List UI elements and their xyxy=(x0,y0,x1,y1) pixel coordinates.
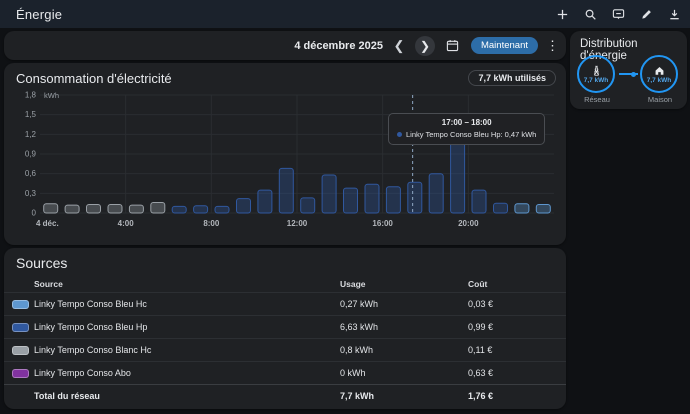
total-label: Total du réseau xyxy=(34,391,340,401)
sources-card: Sources Source Usage Coût Linky Tempo Co… xyxy=(4,248,566,409)
svg-text:12:00: 12:00 xyxy=(287,219,308,228)
menu-dots-icon[interactable]: ⋮ xyxy=(546,38,558,54)
svg-text:8:00: 8:00 xyxy=(203,219,220,228)
home-label: Maison xyxy=(640,95,680,104)
col-source: Source xyxy=(34,279,340,289)
svg-text:kWh: kWh xyxy=(44,91,59,100)
chevron-left-icon[interactable]: ❮ xyxy=(391,39,407,52)
svg-text:1,5: 1,5 xyxy=(25,110,37,119)
app-header: Énergie xyxy=(0,0,690,28)
source-name: Linky Tempo Conso Bleu Hc xyxy=(34,299,340,309)
tooltip-series-value: Linky Tempo Conso Bleu Hp: 0,47 kWh xyxy=(406,130,536,139)
home-icon xyxy=(654,65,665,76)
source-name: Linky Tempo Conso Abo xyxy=(34,368,340,378)
svg-text:0,6: 0,6 xyxy=(25,169,37,178)
table-total-row: Total du réseau 7,7 kWh 1,76 € xyxy=(4,384,566,407)
source-usage: 0,8 kWh xyxy=(340,345,468,355)
col-usage: Usage xyxy=(340,279,468,289)
source-cost: 0,99 € xyxy=(468,322,558,332)
total-usage: 7,7 kWh xyxy=(340,391,468,401)
consumption-title: Consommation d'électricité xyxy=(16,71,172,86)
date-picker-card: 4 décembre 2025 ❮ ❯ Maintenant ⋮ xyxy=(4,31,566,60)
total-cost: 1,76 € xyxy=(468,391,558,401)
source-usage: 6,63 kWh xyxy=(340,322,468,332)
series-swatch xyxy=(12,369,29,378)
table-row[interactable]: Linky Tempo Conso Abo 0 kWh 0,63 € xyxy=(4,361,566,384)
usage-badge: 7,7 kWh utilisés xyxy=(468,70,556,86)
selected-date: 4 décembre 2025 xyxy=(294,40,383,52)
svg-text:1,2: 1,2 xyxy=(25,130,37,139)
source-cost: 0,11 € xyxy=(468,345,558,355)
add-icon[interactable] xyxy=(552,4,572,24)
sources-title: Sources xyxy=(16,255,67,271)
home-node[interactable]: 7,7 kWh Maison xyxy=(640,55,680,104)
table-row[interactable]: Linky Tempo Conso Blanc Hc 0,8 kWh 0,11 … xyxy=(4,338,566,361)
svg-text:4:00: 4:00 xyxy=(118,219,135,228)
page-title: Énergie xyxy=(16,7,62,22)
now-button[interactable]: Maintenant xyxy=(471,37,538,54)
consumption-bar-chart[interactable]: 0 0,3 0,6 0,9 1,2 1,5 1,8 kWh 4 déc. 4:00 8:00 12:0… xyxy=(10,89,560,239)
source-cost: 0,63 € xyxy=(468,368,558,378)
source-name: Linky Tempo Conso Blanc Hc xyxy=(34,345,340,355)
home-consumption-value: 7,7 kWh xyxy=(647,77,672,84)
col-cost: Coût xyxy=(468,279,558,289)
svg-text:4 déc.: 4 déc. xyxy=(36,219,59,228)
edit-icon[interactable] xyxy=(636,4,656,24)
assist-icon[interactable] xyxy=(608,4,628,24)
distribution-card: Distribution d'énergie 7,7 kWh Réseau 7,… xyxy=(570,31,687,109)
source-name: Linky Tempo Conso Bleu Hp xyxy=(34,322,340,332)
sources-table: Source Usage Coût Linky Tempo Conso Bleu… xyxy=(4,275,566,407)
table-header: Source Usage Coût xyxy=(4,275,566,292)
energy-dashboard: Énergie 4 décembre 2025 ❮ ❯ Main xyxy=(0,0,690,414)
grid-consumption-value: 7,7 kWh xyxy=(584,77,609,84)
grid-label: Réseau xyxy=(577,95,617,104)
svg-text:0,3: 0,3 xyxy=(25,189,37,198)
series-swatch xyxy=(12,346,29,355)
grid-node[interactable]: 7,7 kWh Réseau xyxy=(577,55,617,104)
consumption-card: Consommation d'électricité 7,7 kWh utili… xyxy=(4,63,566,245)
svg-text:20:00: 20:00 xyxy=(458,219,479,228)
source-cost: 0,03 € xyxy=(468,299,558,309)
grid-to-home-flow-line xyxy=(619,73,638,75)
svg-text:1,8: 1,8 xyxy=(25,91,37,100)
series-swatch xyxy=(12,300,29,309)
transmission-tower-icon xyxy=(591,65,602,76)
tooltip-series-dot xyxy=(397,132,402,137)
chart-tooltip: 17:00 – 18:00 Linky Tempo Conso Bleu Hp:… xyxy=(388,113,545,145)
tooltip-time-range: 17:00 – 18:00 xyxy=(397,118,536,127)
calendar-icon[interactable] xyxy=(443,36,463,56)
home-circle: 7,7 kWh xyxy=(640,55,678,93)
flow-dot xyxy=(631,72,636,77)
table-row[interactable]: Linky Tempo Conso Bleu Hc 0,27 kWh 0,03 … xyxy=(4,292,566,315)
chevron-right-icon[interactable]: ❯ xyxy=(415,36,435,56)
header-actions xyxy=(552,0,690,28)
grid-circle: 7,7 kWh xyxy=(577,55,615,93)
source-usage: 0,27 kWh xyxy=(340,299,468,309)
svg-text:0,9: 0,9 xyxy=(25,150,37,159)
table-row[interactable]: Linky Tempo Conso Bleu Hp 6,63 kWh 0,99 … xyxy=(4,315,566,338)
source-usage: 0 kWh xyxy=(340,368,468,378)
svg-text:0: 0 xyxy=(32,209,37,218)
svg-text:16:00: 16:00 xyxy=(372,219,393,228)
search-icon[interactable] xyxy=(580,4,600,24)
download-icon[interactable] xyxy=(664,4,684,24)
series-swatch xyxy=(12,323,29,332)
